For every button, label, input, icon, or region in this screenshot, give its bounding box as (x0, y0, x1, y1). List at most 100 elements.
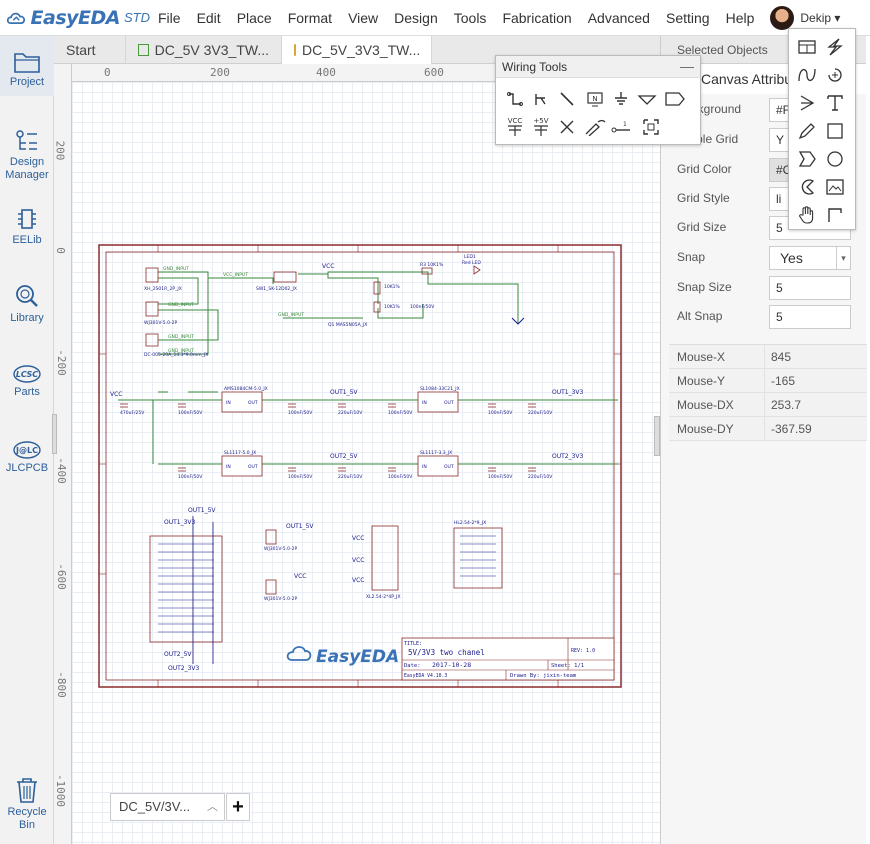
image-icon[interactable] (823, 175, 847, 199)
title-block-date-label: Date: (404, 663, 421, 669)
pencil-icon[interactable] (795, 119, 819, 143)
menu-file[interactable]: File (150, 0, 189, 36)
svg-text:220uF/10V: 220uF/10V (338, 474, 363, 480)
user-menu[interactable]: Dekip ▾ (800, 11, 840, 25)
prop-label: Grid Color (677, 162, 732, 176)
svg-text:100nF/50V: 100nF/50V (488, 410, 513, 416)
svg-text:Q1 MAS5N05A_JX: Q1 MAS5N05A_JX (328, 322, 367, 328)
hand-pan-icon[interactable] (795, 203, 819, 227)
ground-icon[interactable] (610, 88, 632, 110)
sidebar-item-parts[interactable]: LCSC Parts (0, 364, 54, 404)
schematic-sheet[interactable]: XH_2S01R_2P_JX WJ301V-5.0-2P DC-005-20A_… (98, 244, 628, 692)
svg-text:AMS1084CM-5.0_JX: AMS1084CM-5.0_JX (224, 386, 268, 392)
svg-text:XH_2S01R_2P_JX: XH_2S01R_2P_JX (144, 286, 182, 292)
svg-text:OUT1_5V: OUT1_5V (188, 507, 216, 514)
minimize-button[interactable]: — (680, 58, 694, 74)
sidebar-label-project: Project (9, 76, 45, 88)
ellipse-icon[interactable] (823, 147, 847, 171)
menu-format[interactable]: Format (280, 0, 340, 36)
svg-text:100nF/50V: 100nF/50V (388, 410, 413, 416)
menu-edit[interactable]: Edit (189, 0, 229, 36)
svg-text:10K1%: 10K1% (384, 284, 401, 290)
group-icon[interactable] (640, 116, 662, 138)
add-document-button[interactable]: + (226, 793, 250, 821)
svg-text:220uF/10V: 220uF/10V (338, 410, 363, 416)
svg-text:R3 10K1%: R3 10K1% (420, 262, 444, 268)
mouse-value: 253.7 (771, 398, 802, 412)
sidebar-item-jlcpcb[interactable]: J@LC JLCPCB (0, 440, 54, 480)
svg-text:OUT: OUT (444, 400, 454, 406)
menu-view[interactable]: View (340, 0, 386, 36)
title-block-label: TITLE: (404, 641, 422, 647)
net-port-icon[interactable] (664, 88, 686, 110)
svg-text:OUT2_5V: OUT2_5V (330, 453, 358, 460)
svg-text:VCC: VCC (352, 577, 364, 584)
chevron-up-icon[interactable]: ︿ (207, 794, 218, 820)
bezier-icon[interactable] (795, 63, 819, 87)
title-block-title: 5V/3V3 two chanel (408, 648, 485, 657)
lightning-icon[interactable] (823, 35, 847, 59)
polygon-icon[interactable] (795, 147, 819, 171)
menu-tools[interactable]: Tools (446, 0, 495, 36)
svg-text:J@LC: J@LC (15, 446, 38, 455)
bus-entry-icon[interactable] (530, 88, 552, 110)
ruler-mark: 200 (210, 66, 230, 79)
pin-icon[interactable]: 1 (610, 116, 632, 138)
arc-plus-icon[interactable] (823, 63, 847, 87)
mouse-label: Mouse-Y (669, 369, 765, 392)
svg-text:100nF/50V: 100nF/50V (488, 474, 513, 480)
arrow-icon[interactable] (795, 91, 819, 115)
svg-text:IN: IN (422, 464, 427, 470)
snap-size-input[interactable]: 5 (769, 276, 851, 300)
wiring-tools-title[interactable]: Wiring Tools (496, 56, 700, 78)
sidebar-item-design-manager[interactable]: Design Manager (0, 128, 54, 188)
snap-select[interactable]: Yes ▾ (769, 246, 851, 270)
rectangle-icon[interactable] (823, 119, 847, 143)
no-connect-icon[interactable] (556, 116, 578, 138)
main-menu: File Edit Place Format View Design Tools… (150, 0, 762, 36)
sidebar-item-recycle-bin[interactable]: Recycle Bin (0, 776, 54, 836)
sidebar-label-recycle-bin: Recycle Bin (7, 806, 47, 831)
ruler-mark: -1000 (54, 773, 68, 808)
sidebar-item-eelib[interactable]: EELib (0, 206, 54, 252)
port-ground-icon[interactable] (636, 88, 658, 110)
schematic-canvas[interactable]: 0 200 400 600 200 0 -200 -400 -600 -800 … (54, 64, 660, 844)
plus-5v-icon[interactable]: +5V (530, 116, 552, 138)
probe-icon[interactable] (584, 116, 606, 138)
sidebar-item-library[interactable]: Library (0, 282, 54, 328)
table-row: Mouse-X 845 (669, 345, 867, 369)
svg-text:WJ301V-5.0-2P: WJ301V-5.0-2P (144, 320, 177, 326)
tab-start[interactable]: Start (54, 36, 126, 64)
sidebar-splitter[interactable] (52, 414, 57, 454)
polyline-icon[interactable] (823, 203, 847, 227)
svg-text:OUT: OUT (444, 464, 454, 470)
svg-text:WJ301V-5.0-2P: WJ301V-5.0-2P (264, 546, 297, 552)
svg-text:LCSC: LCSC (16, 370, 38, 379)
alt-snap-input[interactable]: 5 (769, 305, 851, 329)
tab-schematic-2[interactable]: DC_5V_3V3_TW... (282, 36, 432, 64)
drawing-tools-palette (788, 28, 856, 230)
menu-help[interactable]: Help (718, 0, 763, 36)
net-label-icon[interactable]: N (584, 88, 606, 110)
vcc-icon[interactable]: VCC (504, 116, 526, 138)
menu-fabrication[interactable]: Fabrication (494, 0, 579, 36)
bus-icon[interactable] (556, 88, 578, 110)
menu-place[interactable]: Place (229, 0, 280, 36)
open-document-tab[interactable]: DC_5V/3V... ︿ (110, 793, 225, 821)
sidebar-item-project[interactable]: Project (0, 36, 54, 96)
svg-text:LED1: LED1 (464, 254, 476, 260)
svg-text:VCC_INPUT: VCC_INPUT (223, 272, 248, 278)
menu-advanced[interactable]: Advanced (580, 0, 658, 36)
avatar[interactable] (770, 5, 795, 30)
logo[interactable]: EasyEDA STD (0, 7, 150, 29)
menu-design[interactable]: Design (386, 0, 446, 36)
text-icon[interactable] (823, 91, 847, 115)
image-block-icon[interactable] (795, 35, 819, 59)
wire-tool-icon[interactable] (504, 88, 526, 110)
menu-setting[interactable]: Setting (658, 0, 718, 36)
svg-text:1: 1 (623, 121, 627, 128)
svg-text:GND_INPUT: GND_INPUT (168, 334, 194, 340)
tab-schematic-1[interactable]: DC_5V 3V3_TW... (126, 36, 282, 64)
title-block-date: 2017-10-28 (432, 661, 471, 669)
pie-icon[interactable] (795, 175, 819, 199)
